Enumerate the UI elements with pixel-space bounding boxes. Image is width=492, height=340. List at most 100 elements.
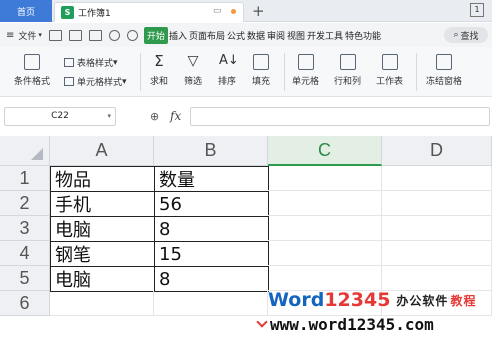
fill-label: 填充 xyxy=(252,77,271,87)
cell-b2[interactable]: 56 xyxy=(154,191,269,217)
worksheet-button[interactable]: 工作表 xyxy=(376,54,403,87)
cell-d4[interactable] xyxy=(382,241,492,266)
ribbon-divider xyxy=(140,53,141,91)
zoom-icon[interactable]: ⊕ xyxy=(150,110,159,123)
add-tab-button[interactable]: + xyxy=(252,2,265,20)
cell-a4[interactable]: 钢笔 xyxy=(50,241,155,267)
tab-workbook[interactable]: S 工作簿1 ▭ xyxy=(54,2,244,22)
worksheet-label: 工作表 xyxy=(376,77,404,87)
cell-label: 单元格 xyxy=(292,77,320,87)
spreadsheet-logo-icon: S xyxy=(61,6,74,19)
cell-style-button[interactable]: 单元格样式 ▾ xyxy=(64,75,127,88)
row-header-6[interactable]: 6 xyxy=(0,291,50,316)
conditional-format-label: 条件格式 xyxy=(14,77,51,87)
conditional-format-button[interactable]: 条件格式 xyxy=(14,54,50,87)
watermark-word: Word xyxy=(268,289,325,311)
cell-a1[interactable]: 物品 xyxy=(50,166,155,192)
sigma-icon: Σ xyxy=(154,52,164,70)
filter-icon: ▽ xyxy=(187,53,199,69)
print-icon[interactable] xyxy=(68,29,82,41)
freeze-panes-label: 冻结窗格 xyxy=(426,77,463,87)
freeze-panes-button[interactable]: 冻结窗格 xyxy=(426,54,462,87)
table-style-icon xyxy=(64,58,74,67)
watermark-slogan: 办公软件 xyxy=(396,293,449,308)
cell-a2[interactable]: 手机 xyxy=(50,191,155,217)
name-box-value: C22 xyxy=(51,111,69,121)
row-header-5[interactable]: 5 xyxy=(0,266,50,291)
undo-icon[interactable] xyxy=(108,29,120,41)
formula-bar: C22 ▾ ⊕ fx xyxy=(0,104,492,130)
row-header-1[interactable]: 1 xyxy=(0,166,50,191)
column-header-b[interactable]: B xyxy=(154,136,268,166)
tab-page-layout[interactable]: 页面布局 xyxy=(188,27,226,44)
formula-input[interactable] xyxy=(190,107,490,126)
cell-c3[interactable] xyxy=(268,216,382,241)
sort-button[interactable]: A↓ 排序 xyxy=(218,54,239,88)
watermark-number: 12345 xyxy=(324,289,391,311)
chevron-down-icon[interactable]: ▾ xyxy=(107,108,111,125)
cell-b5[interactable]: 8 xyxy=(154,266,269,292)
tab-data[interactable]: 数据 xyxy=(246,27,266,44)
ribbon-divider xyxy=(416,53,417,91)
hamburger-icon: ≡ xyxy=(6,29,15,41)
row-header-3[interactable]: 3 xyxy=(0,216,50,241)
tab-review[interactable]: 审阅 xyxy=(266,27,286,44)
column-header-c[interactable]: C xyxy=(268,136,382,166)
window-count-badge[interactable]: 1 xyxy=(470,3,484,17)
tab-special[interactable]: 特色功能 xyxy=(344,27,382,44)
cell-icon xyxy=(297,54,314,70)
tab-home[interactable]: 首页 xyxy=(0,0,52,22)
fill-icon xyxy=(253,54,269,70)
cell-b3[interactable]: 8 xyxy=(154,216,269,242)
name-box[interactable]: C22 ▾ xyxy=(4,107,116,126)
watermark-brand: Word 12345 办公软件 教程 xyxy=(268,289,476,311)
redo-icon[interactable] xyxy=(126,29,138,41)
cell-d2[interactable] xyxy=(382,191,492,216)
column-header-d[interactable]: D xyxy=(382,136,492,166)
filter-label: 筛选 xyxy=(184,77,203,87)
cell-b4[interactable]: 15 xyxy=(154,241,269,267)
cell-d1[interactable] xyxy=(382,166,492,191)
ribbon-divider xyxy=(284,53,285,91)
conditional-format-icon xyxy=(24,54,40,70)
column-header-a[interactable]: A xyxy=(50,136,154,166)
cell-style-label: 单元格样式 xyxy=(77,78,123,88)
table-style-button[interactable]: 表格样式 ▾ xyxy=(64,56,118,69)
tab-view[interactable]: 视图 xyxy=(286,27,306,44)
cell-c1[interactable] xyxy=(268,166,382,191)
monitor-icon[interactable]: ▭ xyxy=(213,6,222,16)
cell-c2[interactable] xyxy=(268,191,382,216)
file-menu[interactable]: ≡ 文件 ▾ xyxy=(6,29,42,42)
cell-d3[interactable] xyxy=(382,216,492,241)
fx-icon[interactable]: fx xyxy=(170,109,181,123)
save-icon[interactable] xyxy=(48,29,62,41)
sum-label: 求和 xyxy=(150,77,169,87)
cell-button[interactable]: 单元格 xyxy=(292,54,319,87)
cell-b6[interactable] xyxy=(154,291,268,316)
tab-formula[interactable]: 公式 xyxy=(226,27,246,44)
watermark-slogan-accent: 教程 xyxy=(450,293,477,308)
sort-label: 排序 xyxy=(218,77,237,87)
worksheet-icon xyxy=(381,54,398,70)
cell-a3[interactable]: 电脑 xyxy=(50,216,155,242)
chevron-down-icon: ▾ xyxy=(38,31,42,39)
tab-start[interactable]: 开始 xyxy=(143,26,168,44)
row-header-2[interactable]: 2 xyxy=(0,191,50,216)
cell-d5[interactable] xyxy=(382,266,492,291)
cell-c5[interactable] xyxy=(268,266,382,291)
cell-a5[interactable]: 电脑 xyxy=(50,266,155,292)
print-preview-icon[interactable] xyxy=(88,29,102,41)
row-header-4[interactable]: 4 xyxy=(0,241,50,266)
tab-insert[interactable]: 插入 xyxy=(168,27,188,44)
cell-b1[interactable]: 数量 xyxy=(154,166,269,192)
fill-button[interactable]: 填充 xyxy=(252,54,270,87)
rows-cols-button[interactable]: 行和列 xyxy=(334,54,361,87)
tab-developer[interactable]: 开发工具 xyxy=(306,27,344,44)
cell-c4[interactable] xyxy=(268,241,382,266)
sum-button[interactable]: Σ 求和 xyxy=(150,52,169,88)
cell-a6[interactable] xyxy=(50,291,154,316)
workbook-tab-label: 工作簿1 xyxy=(78,9,111,19)
select-all-corner[interactable] xyxy=(0,136,50,166)
filter-button[interactable]: ▽ 筛选 xyxy=(184,54,202,87)
search-button[interactable]: ⌕ 查找 xyxy=(444,27,488,43)
